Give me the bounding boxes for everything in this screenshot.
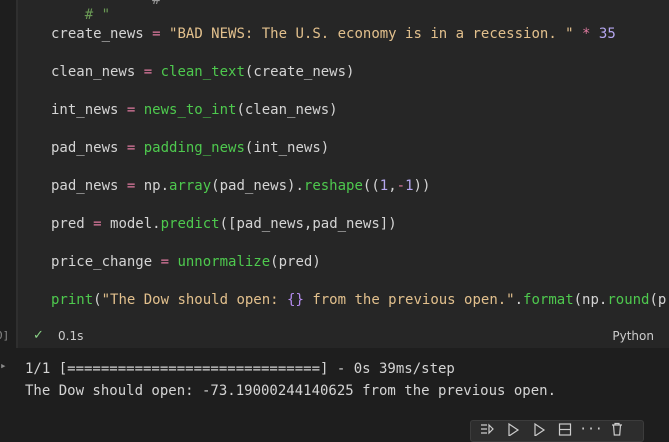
cell-toolbar: ··· xyxy=(470,420,644,442)
cut-line-text: # ^^^^^ ^^^^^^ ^^^^^^ ^^^^^^^^^ ^^^^ ^^^… xyxy=(118,0,625,8)
more-icon[interactable]: ··· xyxy=(579,422,602,440)
code-line-4: pad_news = padding_news(int_news) xyxy=(51,140,330,156)
code-line-comment: # " xyxy=(51,6,110,25)
split-cell-icon[interactable] xyxy=(555,422,575,440)
code-line-cut: # ^^^^^ ^^^^^^ ^^^^^^ ^^^^^^^^^ ^^^^ ^^^… xyxy=(51,0,624,10)
code-line-3: int_news = news_to_int(clean_news) xyxy=(51,102,338,118)
output-line-progress: 1/1 [==============================] - 0… xyxy=(25,361,455,377)
code-line-8: print("The Dow should open: {} from the … xyxy=(51,292,667,308)
code-line-2: clean_news = clean_text(create_news) xyxy=(51,64,355,80)
cell-focus-bar xyxy=(16,0,18,348)
code-line-5: pad_news = np.array(pad_news).reshape((1… xyxy=(51,178,431,194)
run-above-icon[interactable] xyxy=(503,422,523,440)
execution-count: 0] xyxy=(0,329,10,342)
comment-text: # " xyxy=(51,7,111,23)
delete-icon[interactable] xyxy=(607,422,627,440)
output-collapse-icon[interactable]: ▸ xyxy=(0,359,7,372)
code-cell[interactable]: # ^^^^^ ^^^^^^ ^^^^^^ ^^^^^^^^^ ^^^^ ^^^… xyxy=(16,0,669,348)
language-selector[interactable]: Python xyxy=(612,329,654,343)
run-below-icon[interactable] xyxy=(529,422,549,440)
check-icon: ✓ xyxy=(33,328,44,343)
code-line-6: pred = model.predict([pad_news,pad_news]… xyxy=(51,216,397,232)
code-editor[interactable]: # ^^^^^ ^^^^^^ ^^^^^^ ^^^^^^^^^ ^^^^ ^^^… xyxy=(51,0,669,322)
cell-output: 1/1 [==============================] - 0… xyxy=(25,358,556,402)
execution-time: 0.1s xyxy=(58,329,84,343)
code-line-7: price_change = unnormalize(pred) xyxy=(51,254,321,270)
run-by-line-icon[interactable] xyxy=(477,422,497,440)
code-line-1: create_news = "BAD NEWS: The U.S. econom… xyxy=(51,26,616,42)
cell-status-bar: ✓ 0.1s Python xyxy=(16,322,669,348)
output-line-result: The Dow should open: -73.19000244140625 … xyxy=(25,383,557,399)
